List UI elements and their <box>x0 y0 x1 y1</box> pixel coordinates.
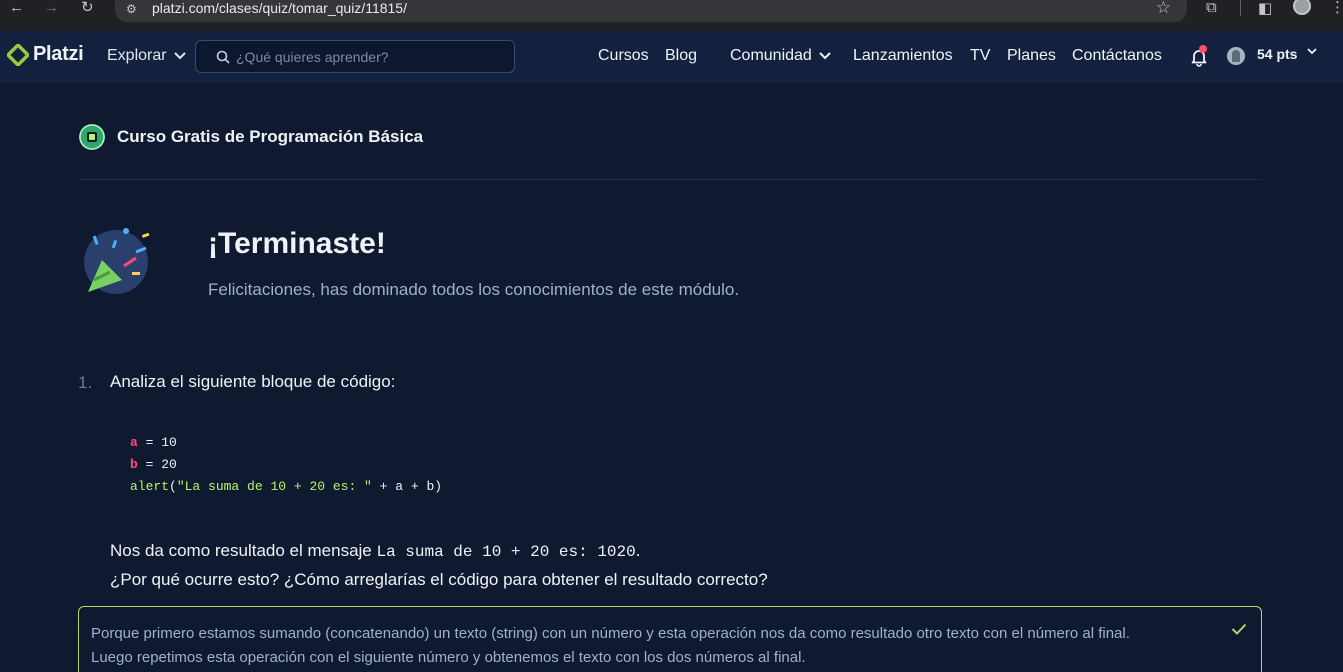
answer-text: Porque primero estamos sumando (concaten… <box>91 622 1211 670</box>
question-body: Nos da como resultado el mensaje La suma… <box>110 537 768 594</box>
question-body-line: Nos da como resultado el mensaje La suma… <box>110 537 768 566</box>
site-settings-icon[interactable]: ⚙ <box>126 2 137 16</box>
address-bar[interactable]: ⚙ platzi.com/clases/quiz/tomar_quiz/1181… <box>115 0 1187 22</box>
body-prefix: Nos da como resultado el mensaje <box>110 541 377 560</box>
explore-label: Explorar <box>107 47 167 64</box>
chevron-down-icon <box>173 52 186 60</box>
answer-line: Luego repetimos esta operación con el si… <box>91 649 806 666</box>
search-icon <box>216 50 230 64</box>
result-subtitle: Felicitaciones, has dominado todos los c… <box>208 280 740 299</box>
code-line: a = 10 <box>130 432 442 454</box>
check-icon <box>1231 623 1247 635</box>
browser-menu-icon[interactable]: ⋮ <box>1330 0 1343 16</box>
notifications-button[interactable] <box>1189 45 1209 72</box>
nav-cursos[interactable]: Cursos <box>598 47 649 65</box>
notification-dot <box>1199 45 1207 53</box>
course-badge-icon <box>79 124 105 150</box>
nav-contactanos[interactable]: Contáctanos <box>1072 47 1162 65</box>
reload-icon[interactable]: ↻ <box>81 0 94 20</box>
answer-line: Porque primero estamos sumando (concaten… <box>91 625 1130 642</box>
answer-option-correct[interactable]: Porque primero estamos sumando (concaten… <box>78 606 1262 672</box>
nav-comunidad[interactable]: Comunidad <box>730 47 832 65</box>
code-block: a = 10 b = 20 alert("La suma de 10 + 20 … <box>130 432 442 498</box>
code-string: "La suma de 10 + 20 es: " <box>176 479 372 494</box>
course-title: Curso Gratis de Programación Básica <box>117 127 424 146</box>
url-text[interactable]: platzi.com/clases/quiz/tomar_quiz/11815/ <box>152 0 407 16</box>
forward-icon[interactable]: → <box>44 0 59 20</box>
nav-tv[interactable]: TV <box>970 47 990 65</box>
party-popper-icon <box>84 228 150 294</box>
question-number: 1. <box>78 373 93 392</box>
bookmark-star-icon[interactable]: ☆ <box>1156 0 1171 18</box>
browser-toolbar: ← → ↻ ⚙ platzi.com/clases/quiz/tomar_qui… <box>0 0 1343 31</box>
side-panel-icon[interactable]: ◧ <box>1258 0 1272 17</box>
search-box[interactable] <box>195 40 515 73</box>
chevron-down-icon[interactable] <box>1306 47 1318 56</box>
code-text: = 10 <box>137 435 177 450</box>
user-avatar[interactable] <box>1227 47 1245 65</box>
code-text: + a + b) <box>371 479 443 494</box>
code-text: = 20 <box>137 457 177 472</box>
site-header: Platzi Explorar Cursos Blog Comunidad La… <box>0 31 1343 83</box>
question-body-line: ¿Por qué ocurre esto? ¿Cómo arreglarías … <box>110 570 768 589</box>
back-icon[interactable]: ← <box>9 0 24 20</box>
platzi-logo[interactable]: Platzi <box>7 43 84 66</box>
platzi-logo-icon <box>7 43 29 66</box>
logo-text: Platzi <box>33 43 84 65</box>
question-prompt: Analiza el siguiente bloque de código: <box>110 372 396 391</box>
profile-avatar-icon[interactable] <box>1293 0 1311 15</box>
code-var: b <box>130 457 138 472</box>
chevron-down-icon <box>819 52 831 60</box>
inline-code: La suma de 10 + 20 es: 1020 <box>376 543 636 561</box>
code-line: b = 20 <box>130 454 442 476</box>
nav-planes[interactable]: Planes <box>1007 47 1056 65</box>
course-bar[interactable]: Curso Gratis de Programación Básica <box>79 124 423 150</box>
nav-comunidad-label: Comunidad <box>730 47 812 64</box>
search-input[interactable] <box>236 48 496 66</box>
nav-lanzamientos[interactable]: Lanzamientos <box>853 47 953 65</box>
toolbar-divider <box>1240 0 1241 16</box>
nav-blog[interactable]: Blog <box>665 47 697 65</box>
code-function: alert <box>130 479 170 494</box>
code-line: alert("La suma de 10 + 20 es: " + a + b) <box>130 476 442 498</box>
points-label[interactable]: 54 pts <box>1257 46 1297 62</box>
explore-menu[interactable]: Explorar <box>107 47 187 65</box>
divider <box>79 179 1262 180</box>
code-text: ( <box>169 479 177 494</box>
code-var: a <box>130 435 138 450</box>
extensions-icon[interactable]: ⧉ <box>1206 0 1217 16</box>
result-title: ¡Terminaste! <box>208 227 386 260</box>
body-suffix: . <box>635 541 641 560</box>
